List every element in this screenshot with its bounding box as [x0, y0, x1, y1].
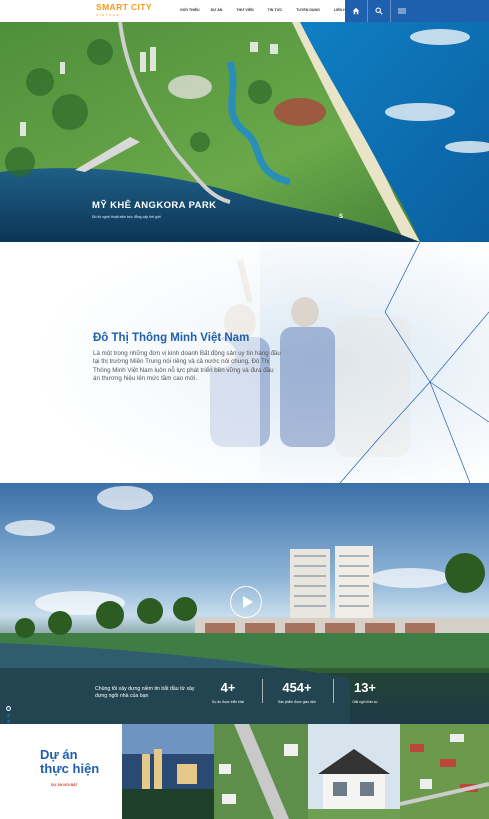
projects-title: Dự án thực hiện — [40, 748, 99, 776]
video-section: Chúng tôi xây dựng niềm tin bắt đầu từ x… — [0, 483, 489, 724]
home-icon[interactable] — [345, 0, 367, 22]
project-thumbnail[interactable] — [308, 724, 400, 819]
projects-section: Dự án thực hiện DỰ ÁN NỔI BẬT — [0, 724, 489, 819]
hero-banner: MỸ KHÊ ANGKORA PARK Đô thị nghệ thuật ki… — [0, 22, 489, 242]
logo-sub-text: VIETNAM — [96, 13, 121, 17]
stat-projects: 4+ Dự án được triển khai — [200, 680, 256, 704]
nav-item-careers[interactable]: Tuyển dụng — [296, 8, 320, 12]
about-section: Đô Thị Thông Minh Việt Nam Là một trong … — [0, 242, 489, 483]
pager-dot[interactable] — [7, 714, 10, 717]
stat-label: Giải ngũ nhân sự — [352, 700, 378, 704]
logo[interactable]: SMART CITY VIETNAM — [96, 3, 156, 19]
stat-divider — [333, 679, 334, 703]
menu-icon[interactable] — [391, 0, 413, 22]
stat-staff: 13+ Giải ngũ nhân sự — [340, 680, 390, 704]
project-thumbnail[interactable] — [214, 724, 308, 819]
pager-dot[interactable] — [7, 720, 10, 723]
stat-number: 4+ — [220, 680, 236, 695]
hero-aerial-image — [0, 22, 489, 242]
project-thumbnail[interactable] — [400, 724, 489, 819]
header-actions — [345, 0, 489, 22]
about-description: Là một trong những đơn vị kinh doanh Bất… — [93, 350, 281, 382]
hero-subtitle: Đô thị nghệ thuật kiến trúc đẳng cấp thế… — [92, 215, 161, 219]
site-header: SMART CITY VIETNAM Giới thiệu Dự án Thư … — [0, 0, 489, 22]
play-button[interactable] — [230, 586, 262, 618]
stat-label: Sản phẩm được giao dịch — [278, 700, 316, 704]
logo-main-text: SMART CITY — [96, 2, 152, 12]
nav-item-projects[interactable]: Dự án — [211, 8, 223, 12]
search-icon[interactable] — [368, 0, 390, 22]
featured-projects-link[interactable]: DỰ ÁN NỔI BẬT — [51, 783, 78, 787]
nav-item-news[interactable]: Tin tức — [268, 8, 283, 12]
hero-title: MỸ KHÊ ANGKORA PARK — [92, 200, 217, 211]
main-nav: Giới thiệu Dự án Thư viện Tin tức Tuyển … — [180, 8, 362, 12]
stat-products: 454+ Sản phẩm được giao dịch — [266, 680, 328, 704]
nav-item-library[interactable]: Thư viện — [236, 8, 253, 12]
about-title: Đô Thị Thông Minh Việt Nam — [93, 332, 250, 344]
stat-number: 454+ — [282, 680, 312, 695]
stat-number: 13+ — [353, 680, 377, 695]
slide-marker[interactable]: S — [339, 214, 343, 220]
stat-divider — [262, 679, 263, 703]
project-image — [214, 724, 308, 819]
project-image — [308, 724, 400, 819]
projects-title-line1: Dự án — [40, 747, 78, 762]
video-caption: Chúng tôi xây dựng niềm tin bắt đầu từ x… — [95, 686, 195, 699]
project-image — [122, 724, 214, 819]
project-thumbnail[interactable] — [122, 724, 214, 819]
stat-label: Dự án được triển khai — [211, 700, 245, 704]
pager-dot[interactable] — [6, 706, 11, 711]
play-icon — [242, 596, 253, 608]
project-image — [400, 724, 489, 819]
nav-item-about[interactable]: Giới thiệu — [180, 8, 200, 12]
projects-title-line2: thực hiện — [40, 761, 100, 776]
